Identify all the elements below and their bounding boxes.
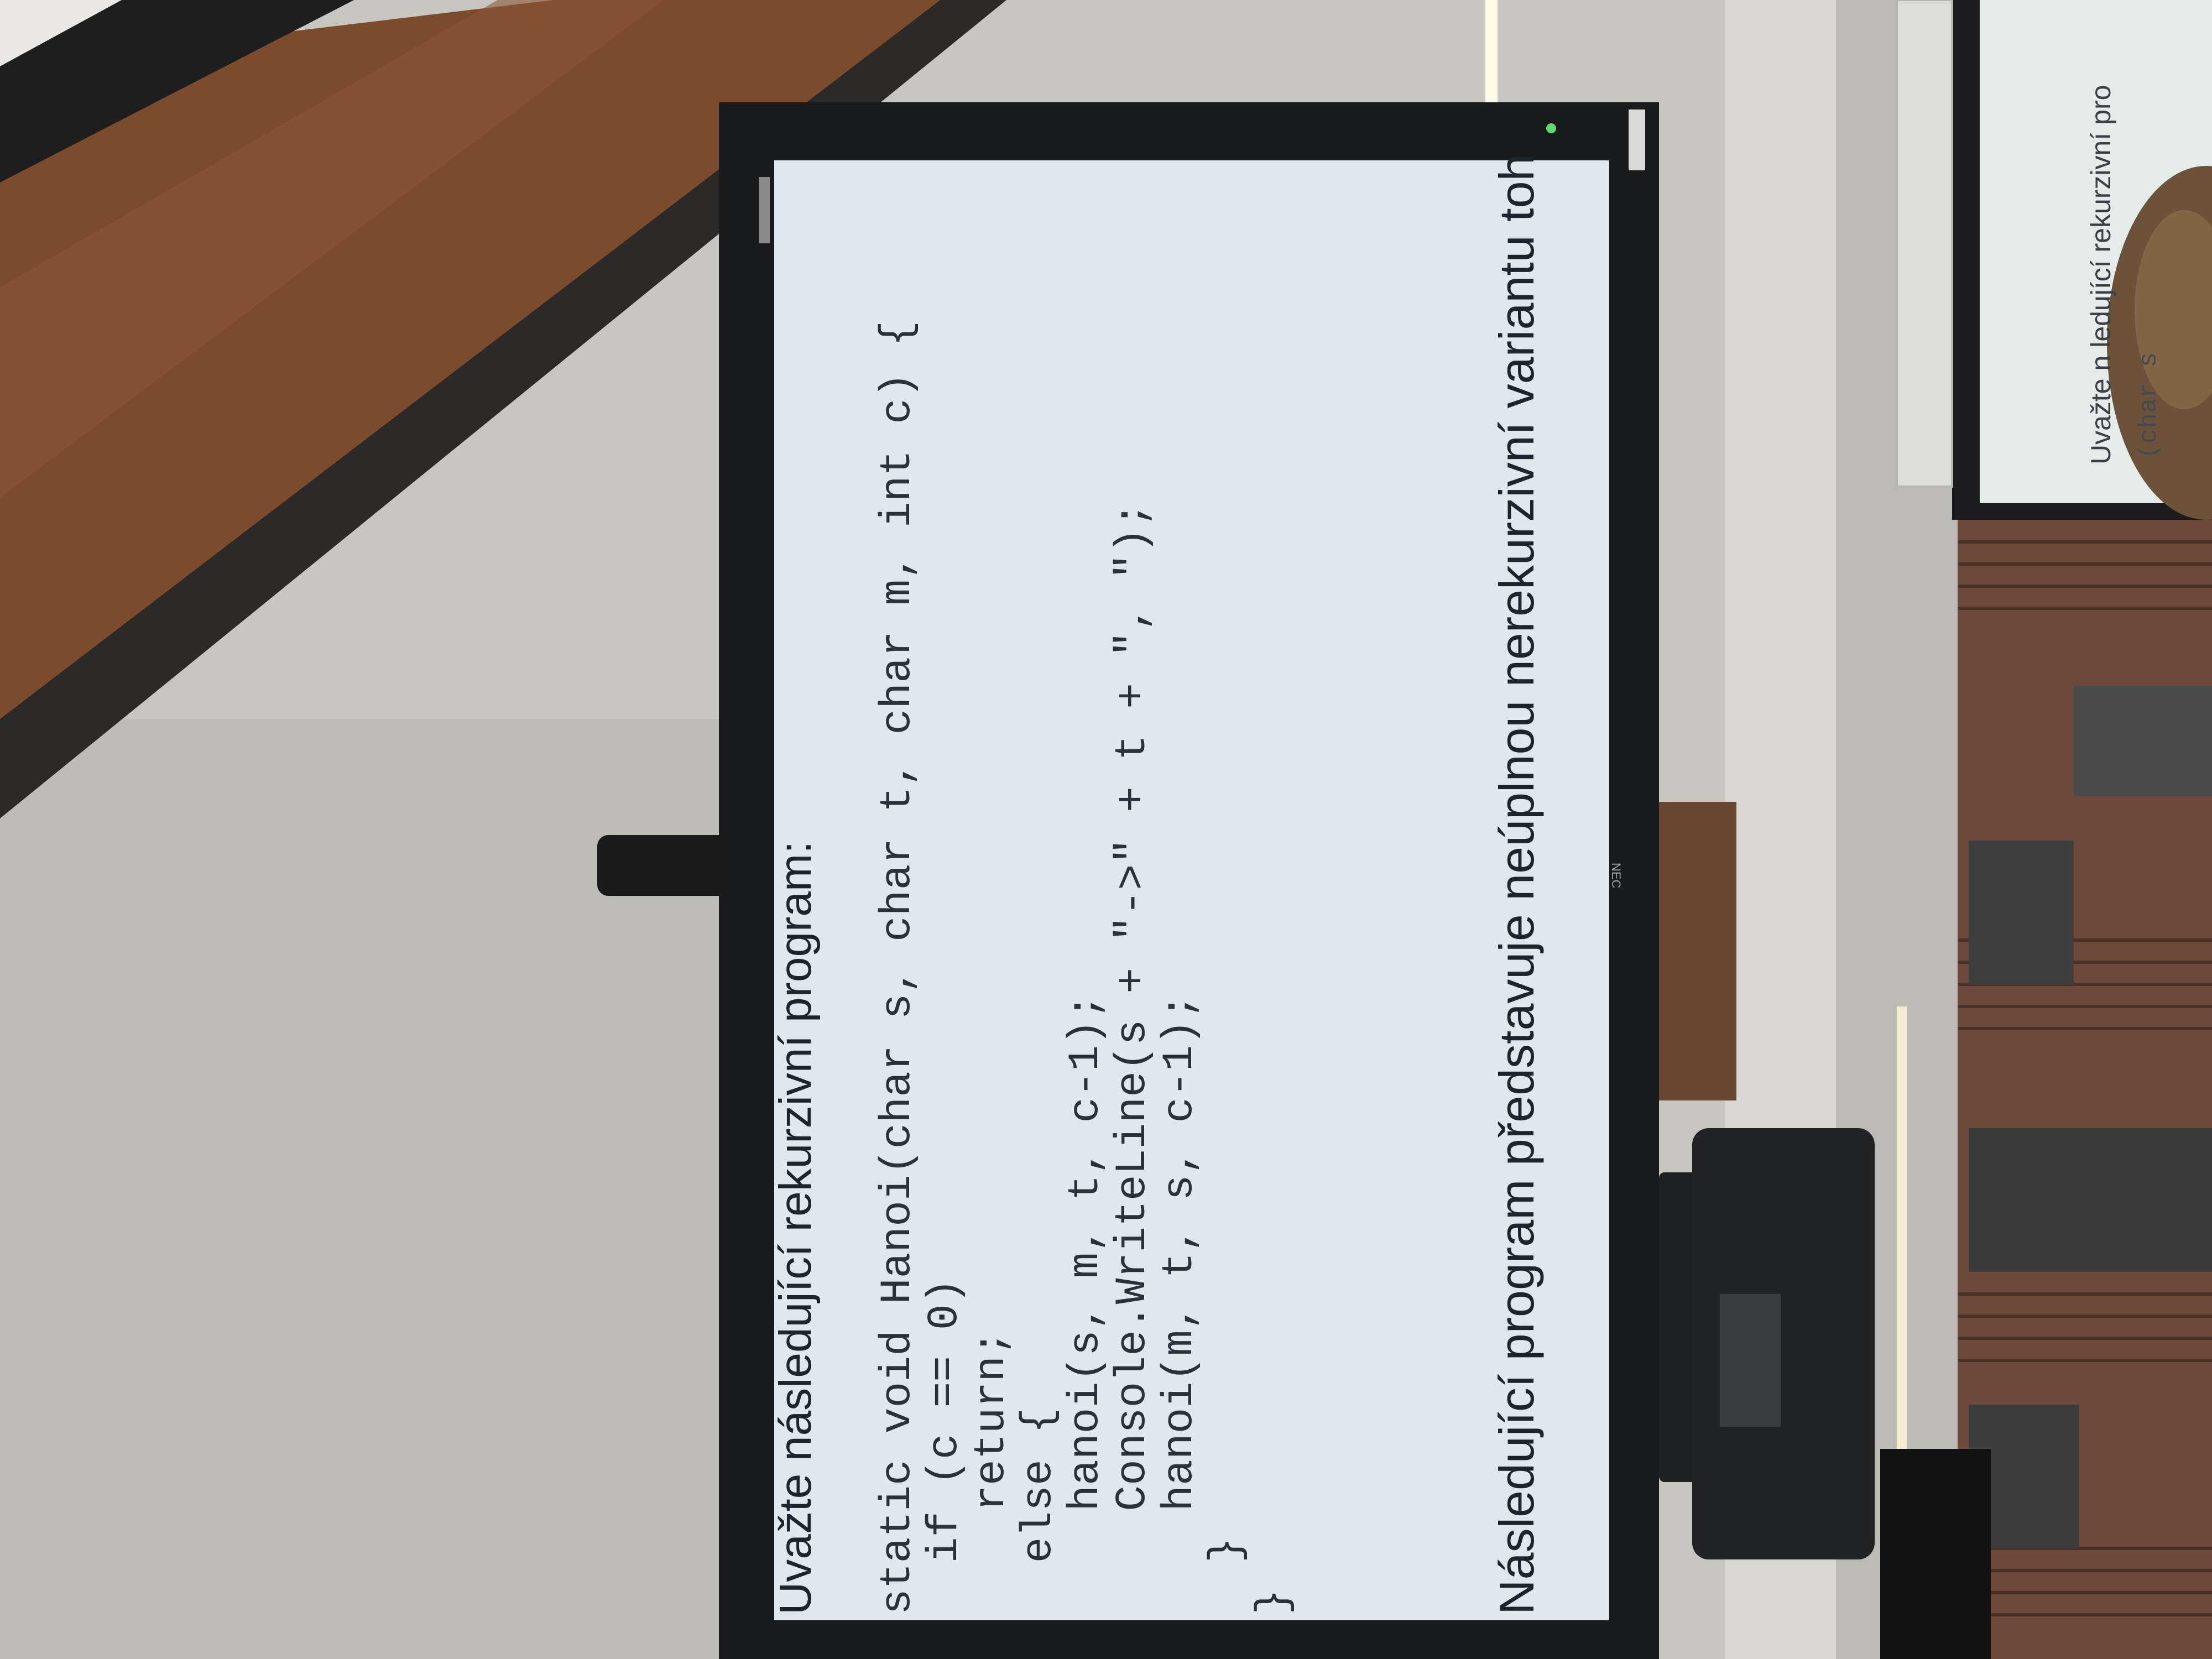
- code-line: if (c == 0): [921, 1278, 969, 1615]
- code-line: Console.WriteLine(s + "->" + t + ", ");: [1109, 502, 1157, 1615]
- projector-cable-box: [1880, 1449, 1991, 1659]
- code-line: else {: [1015, 1407, 1063, 1615]
- monitor-sensor: [759, 177, 770, 243]
- code-line: }: [1203, 1537, 1251, 1615]
- dark-panel-3: [1969, 1128, 2212, 1272]
- projector-vent: [1720, 1294, 1781, 1427]
- monitor-badge: [1629, 109, 1645, 170]
- code-line: return;: [968, 1330, 1016, 1615]
- dark-panel-1: [2074, 686, 2212, 796]
- slide-content: Uvažte následující rekurzivní program: s…: [770, 154, 1632, 1615]
- code-line: hanoi(s, m, t, c-1);: [1062, 993, 1110, 1615]
- wood-shelf: [1653, 802, 1736, 1100]
- wall-cabinet: [1896, 0, 1953, 488]
- second-screen-code: (char s: [2135, 352, 2163, 459]
- dark-panel-2: [1969, 841, 2074, 984]
- power-led: [1546, 123, 1556, 133]
- slide-heading: Uvažte následující rekurzivní program:: [770, 841, 821, 1615]
- led-strip-top: [1485, 0, 1498, 105]
- code-block: static void Hanoi(char s, char t, char m…: [874, 320, 1298, 1615]
- code-line: }: [1250, 1589, 1298, 1615]
- second-screen-line: Uvažte n ledující rekurzivní pro: [2085, 85, 2116, 465]
- projector-body: [1692, 1128, 1875, 1559]
- monitor-brand-label: NEC: [1609, 863, 1623, 889]
- code-line: hanoi(m, t, s, c-1);: [1156, 993, 1204, 1615]
- monitor-mount-bar: [597, 835, 735, 896]
- slide-footer: Následující program představuje neúplnou…: [1489, 154, 1544, 1615]
- code-line: static void Hanoi(char s, char t, char m…: [874, 320, 922, 1615]
- second-screen-text: Uvažte n ledující rekurzivní pro (char s: [2085, 0, 2195, 465]
